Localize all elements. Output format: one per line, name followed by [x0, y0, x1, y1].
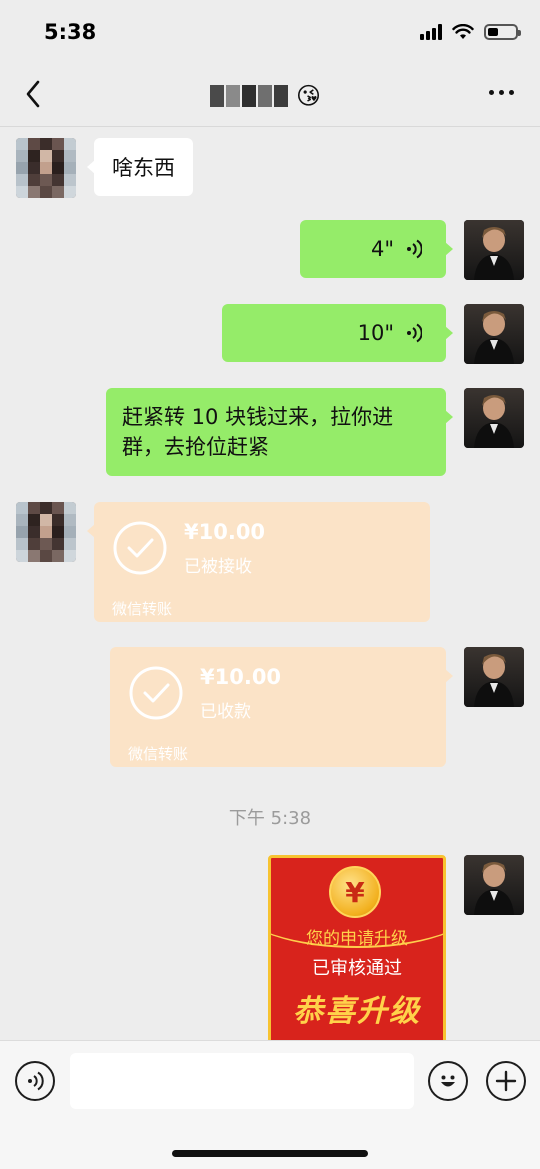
message-timestamp: 下午 5:38 — [228, 808, 312, 829]
voice-toggle-icon — [28, 1071, 44, 1091]
emoji-icon — [441, 1075, 455, 1087]
contact-avatar[interactable] — [16, 138, 76, 198]
voice-wave-icon — [406, 322, 422, 344]
voice-wave-icon — [406, 238, 422, 260]
transfer-source: 微信转账 — [128, 745, 189, 763]
contact-avatar[interactable] — [16, 502, 76, 562]
status-bar: 5:38 — [0, 0, 540, 60]
header-divider — [0, 126, 540, 127]
message-text-line1: 赶紧转 10 块钱过来，拉你进 — [122, 405, 394, 429]
check-circle-icon — [113, 521, 167, 575]
plus-icon — [495, 1070, 517, 1092]
chat-title: 😘 — [210, 82, 321, 110]
wifi-icon — [452, 24, 474, 39]
back-button[interactable] — [18, 76, 48, 112]
status-icons — [420, 24, 521, 40]
transfer-message-sent[interactable]: ¥10.00 已收款 微信转账 — [110, 647, 453, 767]
more-button[interactable] — [489, 90, 514, 95]
my-avatar[interactable] — [464, 304, 524, 364]
battery-icon — [484, 24, 521, 40]
my-avatar[interactable] — [464, 855, 524, 915]
transfer-amount: ¥10.00 — [184, 520, 266, 544]
card-line3: 恭喜升级 — [293, 994, 421, 1029]
title-emoji: 😘 — [296, 82, 322, 110]
voice-toggle-button[interactable] — [15, 1061, 55, 1101]
message-input[interactable] — [70, 1053, 414, 1109]
voice-duration: 4" — [370, 237, 394, 261]
transfer-amount: ¥10.00 — [200, 665, 282, 689]
my-avatar[interactable] — [464, 388, 524, 448]
my-avatar[interactable] — [464, 647, 524, 707]
transfer-status: 已收款 — [200, 702, 251, 722]
card-line1: 您的申请升级 — [306, 929, 408, 949]
message-text: 啥东西 — [112, 156, 175, 180]
message-text-line2: 群，去抢位赶紧 — [122, 435, 269, 459]
voice-message-bubble[interactable]: 4" — [300, 220, 453, 278]
transfer-source: 微信转账 — [112, 600, 173, 618]
my-avatar[interactable] — [464, 220, 524, 280]
received-message-bubble[interactable]: 啥东西 — [87, 138, 193, 196]
back-icon — [26, 80, 40, 108]
signal-icon — [420, 24, 442, 40]
voice-duration: 10" — [357, 321, 394, 345]
status-time: 5:38 — [44, 20, 97, 44]
sent-message-bubble[interactable]: 赶紧转 10 块钱过来，拉你进 群，去抢位赶紧 — [106, 388, 453, 476]
upgrade-image-message[interactable]: ¥ 您的申请升级 已审核通过 恭喜升级 — [268, 855, 446, 1045]
plus-button[interactable] — [486, 1061, 526, 1101]
emoji-button[interactable] — [428, 1061, 468, 1101]
home-indicator — [172, 1150, 368, 1157]
card-line2: 已审核通过 — [312, 958, 402, 979]
yuan-coin-icon: ¥ — [329, 866, 381, 918]
blurred-contact-name — [210, 85, 288, 107]
more-icon — [489, 90, 494, 95]
check-circle-icon — [129, 666, 183, 720]
voice-message-bubble[interactable]: 10" — [222, 304, 453, 362]
transfer-status: 已被接收 — [184, 557, 252, 577]
transfer-message-received[interactable]: ¥10.00 已被接收 微信转账 — [87, 502, 430, 622]
chat-header: 😘 — [0, 62, 540, 126]
